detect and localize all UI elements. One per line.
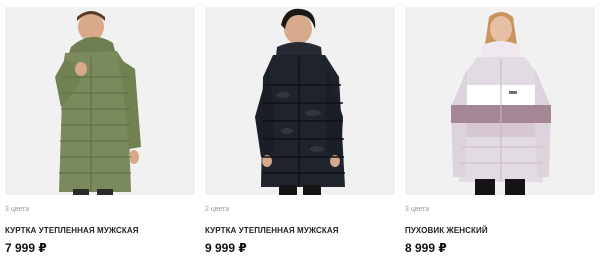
product-image[interactable] [205,7,395,195]
product-title[interactable]: ПУХОВИК ЖЕНСКИЙ [405,226,488,236]
product-image[interactable] [5,7,195,195]
product-price: 7 999 ₽ [5,241,47,255]
product-card[interactable]: 3 цвета ПУХОВИК ЖЕНСКИЙ 8 999 ₽ [405,7,595,255]
colors-count: 3 цвета [5,206,30,213]
colors-count: 3 цвета [405,206,430,213]
product-grid: 3 цвета КУРТКА УТЕПЛЕННАЯ МУЖСКАЯ 7 999 … [0,0,600,256]
product-price: 8 999 ₽ [405,241,447,255]
product-card[interactable]: 3 цвета КУРТКА УТЕПЛЕННАЯ МУЖСКАЯ 7 999 … [5,7,195,255]
product-image[interactable] [405,7,595,195]
product-price: 9 999 ₽ [205,241,247,255]
colors-count: 2 цвета [205,206,230,213]
product-card[interactable]: 2 цвета КУРТКА УТЕПЛЕННАЯ МУЖСКАЯ 9 999 … [205,7,395,255]
product-title[interactable]: КУРТКА УТЕПЛЕННАЯ МУЖСКАЯ [5,226,139,236]
product-title[interactable]: КУРТКА УТЕПЛЕННАЯ МУЖСКАЯ [205,226,339,236]
